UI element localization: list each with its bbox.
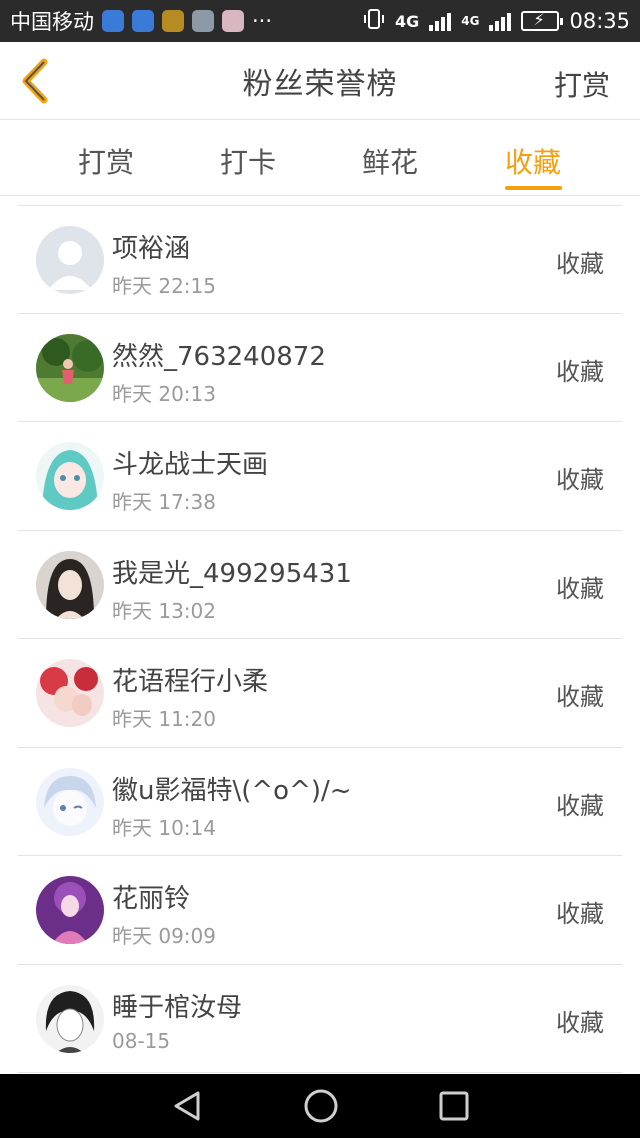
portrait-avatar — [36, 550, 104, 619]
timestamp: 昨天 17:38 — [112, 490, 216, 514]
page-title: 粉丝荣誉榜 — [242, 66, 398, 102]
action-label: 收藏 — [556, 683, 604, 711]
app-notification-icon — [222, 10, 244, 32]
action-label: 收藏 — [556, 900, 604, 928]
list-item[interactable]: 徽u影福特\(^o^)/~ 昨天 10:14 收藏 — [18, 748, 622, 856]
user-name: 睡于棺汝母 — [112, 992, 243, 1023]
action-label: 收藏 — [556, 357, 604, 386]
fan-list: 项裕涵 昨天 22:15 收藏 然然_763240872 昨天 20:13 收藏… — [0, 205, 640, 1073]
status-bar: 中国移动 ··· 4G 4G ⚡ 08:35 — [0, 0, 640, 42]
list-item[interactable]: 花丽铃 昨天 09:09 收藏 — [18, 856, 622, 965]
baidu-notification-icon — [132, 10, 154, 32]
battery-charging-icon: ⚡ — [521, 10, 564, 31]
timestamp: 昨天 09:09 — [112, 924, 216, 948]
list-item[interactable]: 睡于棺汝母 08-15 收藏 — [18, 965, 622, 1073]
system-recents-button[interactable] — [438, 1090, 470, 1122]
network-type-label: 4G — [395, 11, 420, 31]
tab-checkin[interactable]: 打卡 — [208, 141, 288, 181]
tab-reward[interactable]: 打赏 — [66, 141, 146, 181]
timestamp: 昨天 22:15 — [112, 274, 216, 298]
anime-avatar — [36, 876, 104, 944]
sketch-avatar — [36, 984, 104, 1053]
default-avatar — [36, 226, 104, 294]
reward-button[interactable]: 打赏 — [554, 64, 610, 104]
triangle-back-icon — [174, 1091, 200, 1121]
action-label: 收藏 — [556, 574, 604, 603]
system-back-button[interactable] — [170, 1089, 204, 1123]
signal-icon — [429, 11, 452, 31]
timestamp: 昨天 10:14 — [112, 815, 216, 840]
list-item[interactable]: 斗龙战士天画 昨天 17:38 收藏 — [18, 422, 622, 531]
baidu-notification-icon — [102, 10, 124, 32]
user-name: 花丽铃 — [112, 884, 191, 914]
system-navigation-bar — [0, 1074, 640, 1138]
app-notification-icon — [162, 10, 184, 32]
list-item[interactable]: 项裕涵 昨天 22:15 收藏 — [18, 205, 622, 314]
signal-icon — [489, 11, 512, 31]
image-notification-icon — [192, 10, 214, 32]
action-label: 收藏 — [556, 250, 604, 278]
chevron-left-icon — [22, 58, 48, 104]
user-name: 然然_763240872 — [112, 341, 326, 372]
timestamp: 08-15 — [112, 1028, 171, 1053]
list-item[interactable]: 我是光_499295431 昨天 13:02 收藏 — [18, 531, 622, 639]
anime-avatar — [36, 442, 104, 510]
action-label: 收藏 — [556, 466, 604, 494]
user-name: 项裕涵 — [112, 234, 191, 264]
user-name: 花语程行小柔 — [112, 667, 269, 697]
action-label: 收藏 — [556, 1008, 604, 1037]
more-notifications-icon: ··· — [252, 9, 273, 33]
carrier-label: 中国移动 — [10, 10, 94, 34]
user-name: 我是光_499295431 — [112, 558, 352, 589]
tab-flowers[interactable]: 鲜花 — [350, 141, 430, 181]
timestamp: 昨天 11:20 — [112, 707, 216, 731]
active-tab-indicator — [505, 186, 562, 190]
vibrate-icon — [363, 8, 385, 35]
network-type-label: 4G — [461, 14, 480, 28]
square-recents-icon — [439, 1091, 469, 1121]
circle-home-icon — [304, 1089, 338, 1123]
anime-avatar — [36, 659, 104, 727]
back-button[interactable] — [14, 56, 62, 106]
tab-favorites[interactable]: 收藏 — [493, 141, 573, 181]
timestamp: 昨天 20:13 — [112, 381, 216, 406]
user-name: 斗龙战士天画 — [112, 450, 269, 480]
anime-avatar — [36, 767, 104, 836]
user-name: 徽u影福特\(^o^)/~ — [112, 775, 352, 806]
timestamp: 昨天 13:02 — [112, 598, 216, 623]
action-label: 收藏 — [556, 791, 604, 820]
tab-bar: 打赏 打卡 鲜花 收藏 — [0, 121, 640, 196]
list-item[interactable]: 然然_763240872 昨天 20:13 收藏 — [18, 314, 622, 422]
list-item[interactable]: 花语程行小柔 昨天 11:20 收藏 — [18, 639, 622, 748]
navigation-bar: 粉丝荣誉榜 打赏 — [0, 42, 640, 120]
photo-avatar — [36, 333, 104, 402]
system-home-button[interactable] — [303, 1088, 339, 1124]
clock: 08:35 — [569, 9, 630, 33]
